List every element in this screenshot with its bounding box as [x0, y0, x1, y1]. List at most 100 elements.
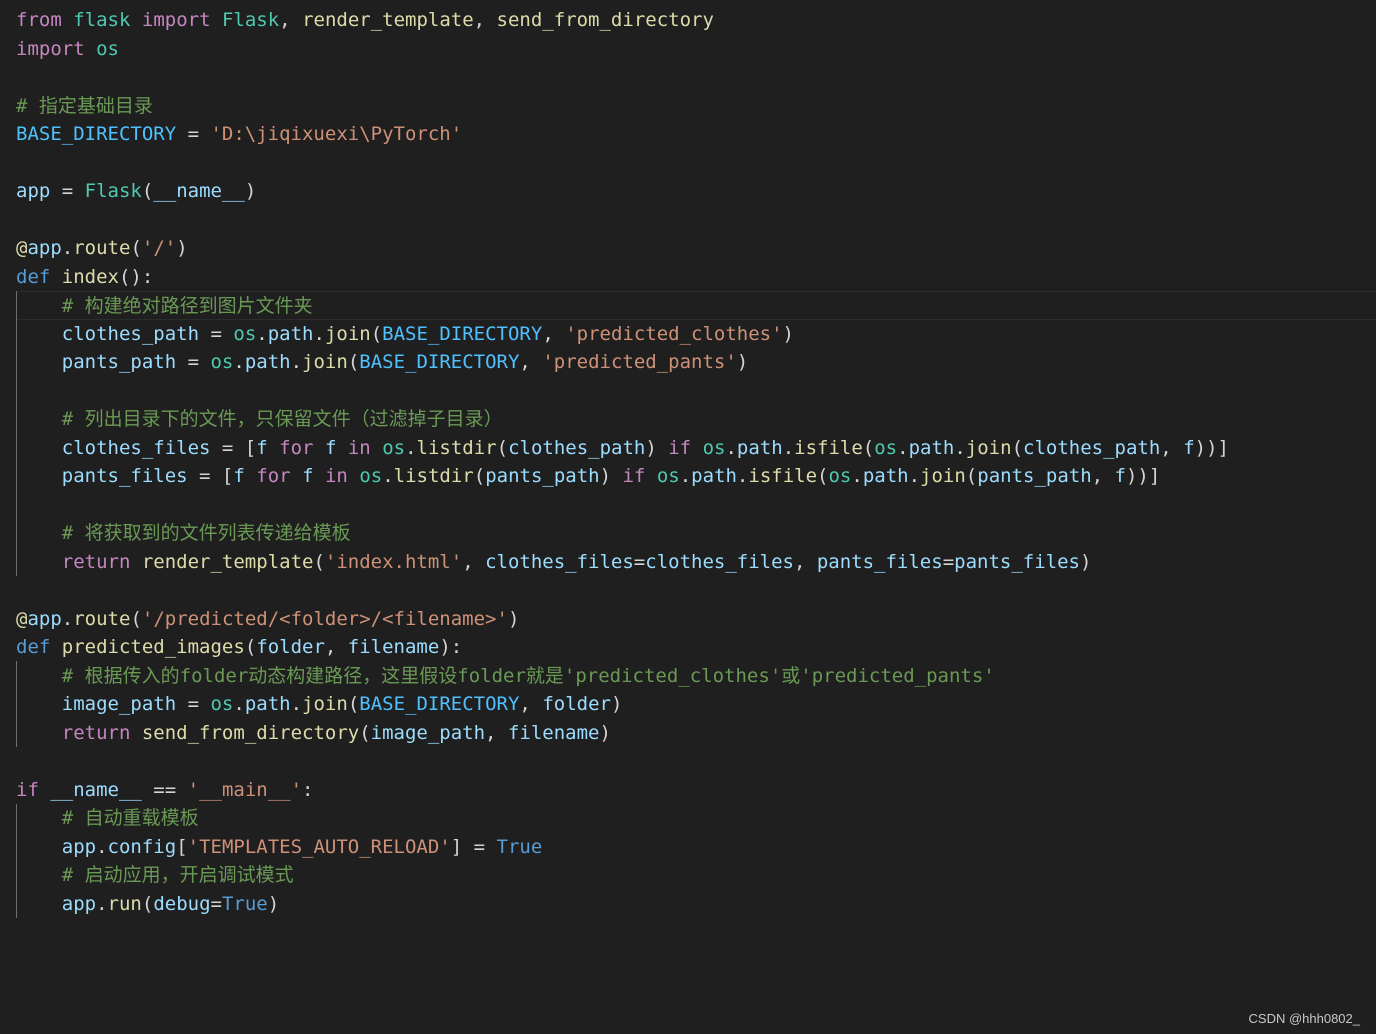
- code-line[interactable]: app.run(debug=True): [16, 890, 1376, 919]
- code-token-variable: clothes_files: [61, 436, 211, 459]
- code-token-keyword-control: import: [141, 9, 211, 31]
- code-token-module: os: [233, 322, 257, 345]
- code-token-function: join: [965, 436, 1012, 459]
- code-token-variable: path: [862, 465, 909, 487]
- code-token-keyword-control: return: [61, 721, 131, 744]
- code-line[interactable]: # 自动重载模板: [16, 804, 1376, 833]
- code-line[interactable]: # 将获取到的文件列表传递给模板: [16, 519, 1376, 548]
- code-token-variable: pants_path: [61, 351, 177, 373]
- code-line[interactable]: [16, 747, 1376, 776]
- code-line[interactable]: app = Flask(__name__): [16, 177, 1376, 206]
- code-token-function: render_template: [141, 550, 314, 573]
- code-token-variable: f: [324, 436, 337, 459]
- code-token-plain: ,: [324, 636, 348, 658]
- code-token-function: join: [920, 465, 966, 487]
- code-token-plain: (: [817, 465, 829, 487]
- code-token-variable: f: [1114, 465, 1126, 487]
- code-token-plain: = [: [187, 465, 234, 487]
- code-token-keyword: True: [221, 892, 268, 915]
- code-token-function: listdir: [416, 436, 497, 459]
- code-token-plain: ==: [141, 778, 188, 801]
- code-line[interactable]: [16, 576, 1376, 605]
- code-line[interactable]: [16, 63, 1376, 92]
- code-token-plain: (: [130, 607, 142, 630]
- code-line[interactable]: return send_from_directory(image_path, f…: [16, 719, 1376, 748]
- code-token-variable: pants_files: [816, 550, 943, 573]
- code-line[interactable]: def index():: [16, 263, 1376, 292]
- code-token-plain: .: [897, 436, 909, 459]
- code-token-module: Flask: [84, 180, 142, 202]
- code-token-variable: f: [302, 465, 314, 487]
- code-token-module: Flask: [221, 9, 280, 31]
- code-token-plain: .: [851, 465, 863, 487]
- code-line[interactable]: def predicted_images(folder, filename):: [16, 633, 1376, 662]
- code-token-plain: (: [965, 465, 978, 487]
- code-token-keyword: def: [16, 265, 51, 288]
- code-token-module: flask: [73, 9, 131, 31]
- code-editor[interactable]: from flask import Flask, render_template…: [16, 6, 1376, 918]
- code-token-plain: ,: [519, 693, 543, 715]
- code-token-function: join: [302, 351, 348, 373]
- code-token-string: 'predicted_pants': [542, 351, 737, 373]
- code-token-plain: =: [210, 892, 222, 915]
- code-line[interactable]: clothes_files = [f for f in os.listdir(c…: [16, 434, 1376, 463]
- code-token-string: '/': [141, 237, 177, 259]
- code-token-variable: path: [908, 436, 955, 459]
- code-token-string: 'D:\jiqixuexi\PyTorch': [210, 123, 463, 145]
- code-token-plain: .: [736, 465, 749, 487]
- code-line[interactable]: image_path = os.path.join(BASE_DIRECTORY…: [16, 690, 1376, 719]
- code-line[interactable]: # 列出目录下的文件，只保留文件（过滤掉子目录）: [16, 405, 1376, 434]
- code-line[interactable]: pants_files = [f for f in os.listdir(pan…: [16, 462, 1376, 491]
- code-line[interactable]: [16, 149, 1376, 178]
- code-line[interactable]: return render_template('index.html', clo…: [16, 548, 1376, 577]
- code-line[interactable]: # 指定基础目录: [16, 92, 1376, 121]
- code-token-keyword-control: if: [668, 436, 692, 459]
- code-token-variable: folder: [256, 636, 325, 658]
- code-line[interactable]: if __name__ == '__main__':: [16, 776, 1376, 805]
- code-token-variable: filename: [507, 721, 600, 744]
- code-line[interactable]: [16, 377, 1376, 406]
- code-line[interactable]: clothes_path = os.path.join(BASE_DIRECTO…: [16, 320, 1376, 349]
- code-line[interactable]: # 构建绝对路径到图片文件夹: [16, 291, 1376, 320]
- code-line[interactable]: [16, 491, 1376, 520]
- indent-guide-predicted-images: [16, 661, 17, 747]
- code-token-keyword-control: import: [16, 37, 85, 60]
- code-line[interactable]: [16, 206, 1376, 235]
- code-line[interactable]: @app.route('/'): [16, 234, 1376, 263]
- code-line[interactable]: import os: [16, 35, 1376, 64]
- code-line[interactable]: from flask import Flask, render_template…: [16, 6, 1376, 35]
- code-token-variable: path: [736, 436, 783, 459]
- code-token-function: listdir: [393, 465, 474, 487]
- code-token-variable: pants_path: [485, 465, 600, 487]
- code-line[interactable]: app.config['TEMPLATES_AUTO_RELOAD'] = Tr…: [16, 833, 1376, 862]
- code-token-plain: .: [954, 436, 966, 459]
- code-line[interactable]: BASE_DIRECTORY = 'D:\jiqixuexi\PyTorch': [16, 120, 1376, 149]
- code-token-plain: ,: [473, 9, 497, 31]
- code-line[interactable]: # 根据传入的folder动态构建路径，这里假设folder就是'predict…: [16, 662, 1376, 691]
- code-line[interactable]: @app.route('/predicted/<folder>/<filenam…: [16, 605, 1376, 634]
- indent-guide-main: [16, 804, 17, 918]
- code-line[interactable]: pants_path = os.path.join(BASE_DIRECTORY…: [16, 348, 1376, 377]
- code-token-keyword-control: in: [324, 465, 348, 487]
- code-token-plain: .: [61, 237, 74, 259]
- code-token-function: send_from_directory: [496, 9, 714, 31]
- code-lines[interactable]: from flask import Flask, render_template…: [16, 6, 1376, 918]
- code-token-module: os: [874, 436, 898, 459]
- code-token-function: predicted_images: [61, 636, 245, 658]
- code-line[interactable]: # 启动应用，开启调试模式: [16, 861, 1376, 890]
- code-token-plain: ): [645, 436, 669, 459]
